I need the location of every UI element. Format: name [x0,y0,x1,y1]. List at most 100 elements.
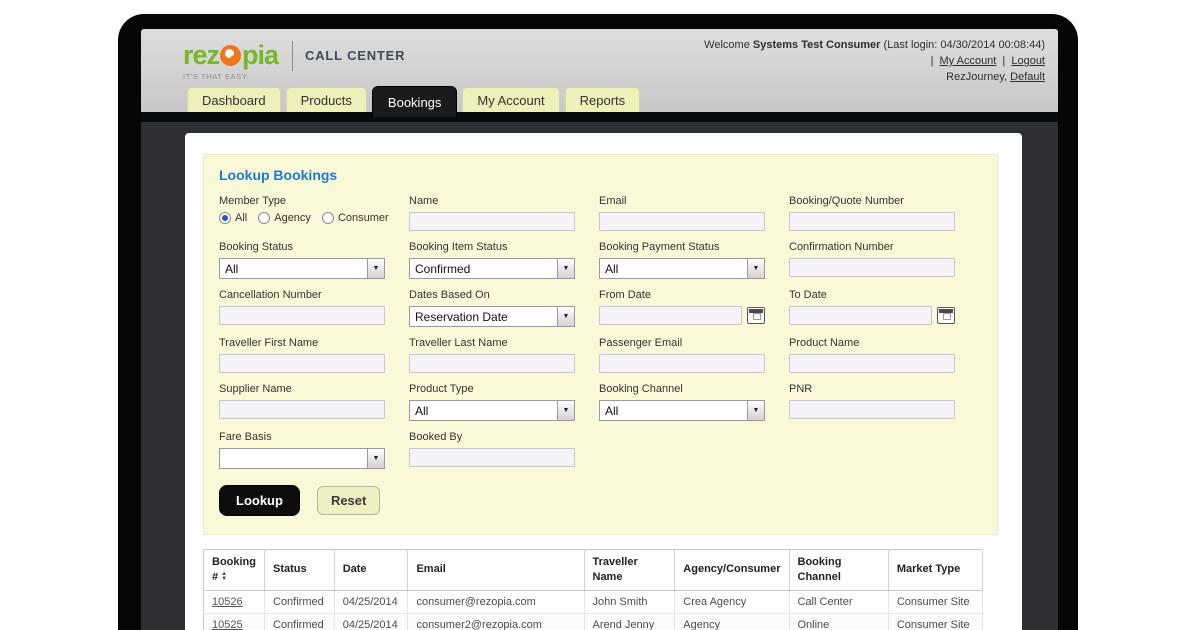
account-links: | My Account | Logout [704,53,1045,69]
panel-title: Lookup Bookings [219,167,338,183]
fare-basis-select[interactable]: ▼ [219,448,385,469]
member-type-label: Member Type [219,195,287,207]
dates-based-on-label: Dates Based On [409,289,490,301]
booking-status-select[interactable]: All ▼ [219,258,385,279]
reset-button[interactable]: Reset [316,486,381,515]
dropdown-arrow-icon: ▼ [747,401,764,420]
field-pnr: PNR [789,383,955,421]
journey-default-link[interactable]: Default [1010,71,1045,83]
product-type-select[interactable]: All ▼ [409,400,575,421]
tab-my-account[interactable]: My Account [462,87,560,112]
field-traveller-first-name: Traveller First Name [219,337,385,373]
field-product-type: Product Type All ▼ [409,383,575,421]
product-name-input[interactable] [789,354,955,373]
name-input[interactable] [409,212,575,231]
calendar-icon[interactable] [747,307,765,324]
radio-agency[interactable]: Agency [258,212,311,224]
field-booking-item-status: Booking Item Status Confirmed ▼ [409,241,575,279]
col-agency-consumer: Agency/Consumer [674,549,790,591]
dropdown-arrow-icon: ▼ [747,259,764,278]
booked-by-label: Booked By [409,431,463,443]
product-type-value: All [415,404,429,418]
traveller-first-name-input[interactable] [219,354,385,373]
date-cell: 04/25/2014 [334,613,409,630]
cancellation-number-input[interactable] [219,306,385,325]
from-date-label: From Date [599,289,651,301]
email-cell: consumer2@rezopia.com [407,613,585,630]
name-label: Name [409,195,439,207]
agency-consumer-cell: Agency [674,613,790,630]
booking-payment-status-value: All [605,262,619,276]
radio-icon [321,212,334,224]
col-traveller-name: Traveller Name [584,549,676,591]
table-row: 10526 Confirmed 04/25/2014 consumer@rezo… [203,590,984,614]
to-date-input[interactable] [789,306,932,325]
app-title: CALL CENTER [305,48,406,63]
traveller-first-name-label: Traveller First Name [219,337,319,349]
dates-based-on-select[interactable]: Reservation Date ▼ [409,306,575,327]
channel-cell: Online [789,613,889,630]
traveller-last-name-input[interactable] [409,354,575,373]
content-area: Lookup Bookings Member Type All Agency C… [141,122,1058,630]
booking-item-status-select[interactable]: Confirmed ▼ [409,258,575,279]
bookings-results-table: Booking # ▲ ▼ Status Date Email Traveller … [203,549,984,630]
app-header: rez pia CALL CENTER IT'S THAT EASY. Welc… [141,29,1058,117]
tab-products[interactable]: Products [285,87,367,112]
field-cancellation-number: Cancellation Number [219,289,385,327]
field-passenger-email: Passenger Email [599,337,765,373]
market-cell: Consumer Site [888,613,984,630]
fare-basis-label: Fare Basis [219,431,272,443]
field-from-date: From Date [599,289,765,327]
traveller-cell: Arend Jenny [584,613,676,630]
booking-quote-number-input[interactable] [789,212,955,231]
booking-payment-status-label: Booking Payment Status [599,241,720,253]
booking-number-link[interactable]: 10525 [212,619,243,630]
radio-all[interactable]: All [219,212,247,224]
welcome-line: Welcome Systems Test Consumer (Last logi… [704,37,1045,53]
dropdown-arrow-icon: ▼ [557,259,574,278]
passenger-email-label: Passenger Email [599,337,683,349]
tab-dashboard[interactable]: Dashboard [187,87,281,112]
pnr-input[interactable] [789,400,955,419]
lookup-button[interactable]: Lookup [219,485,300,516]
col-booking-number[interactable]: Booking # ▲ ▼ [203,549,265,591]
journey-line: RezJourney, Default [704,69,1045,85]
status-cell: Confirmed [264,590,335,614]
date-cell: 04/25/2014 [334,590,409,614]
email-input[interactable] [599,212,765,231]
radio-all-label: All [235,212,248,224]
booking-quote-number-label: Booking/Quote Number [789,195,904,207]
booking-item-status-value: Confirmed [415,262,471,276]
col-email: Email [407,549,585,591]
confirmation-number-input[interactable] [789,258,955,277]
welcome-username: Systems Test Consumer [752,39,881,51]
dates-based-on-value: Reservation Date [415,310,508,324]
logout-link[interactable]: Logout [1011,55,1045,67]
booked-by-input[interactable] [409,448,575,467]
welcome-prefix: Welcome [704,39,750,51]
channel-cell: Call Center [789,590,889,614]
agency-consumer-cell: Crea Agency [674,590,790,614]
sort-icon[interactable]: ▲ ▼ [221,571,227,582]
calendar-icon[interactable] [937,307,955,324]
fare-basis-value [220,449,367,468]
traveller-last-name-label: Traveller Last Name [409,337,508,349]
content-card: Lookup Bookings Member Type All Agency C… [185,133,1022,630]
supplier-name-input[interactable] [219,400,385,419]
to-date-label: To Date [789,289,827,301]
radio-icon [258,212,271,224]
tab-reports[interactable]: Reports [564,87,641,112]
my-account-link[interactable]: My Account [940,55,997,67]
email-cell: consumer@rezopia.com [407,590,585,614]
brand: rez pia CALL CENTER IT'S THAT EASY. [183,40,405,81]
journey-label: RezJourney, [946,71,1008,83]
tab-bookings[interactable]: Bookings [371,86,458,117]
status-cell: Confirmed [264,613,335,630]
booking-channel-select[interactable]: All ▼ [599,400,765,421]
radio-consumer[interactable]: Consumer [321,212,389,224]
from-date-input[interactable] [599,306,742,325]
empty-cell [789,431,955,469]
booking-payment-status-select[interactable]: All ▼ [599,258,765,279]
passenger-email-input[interactable] [599,354,765,373]
booking-number-link[interactable]: 10526 [212,596,243,608]
